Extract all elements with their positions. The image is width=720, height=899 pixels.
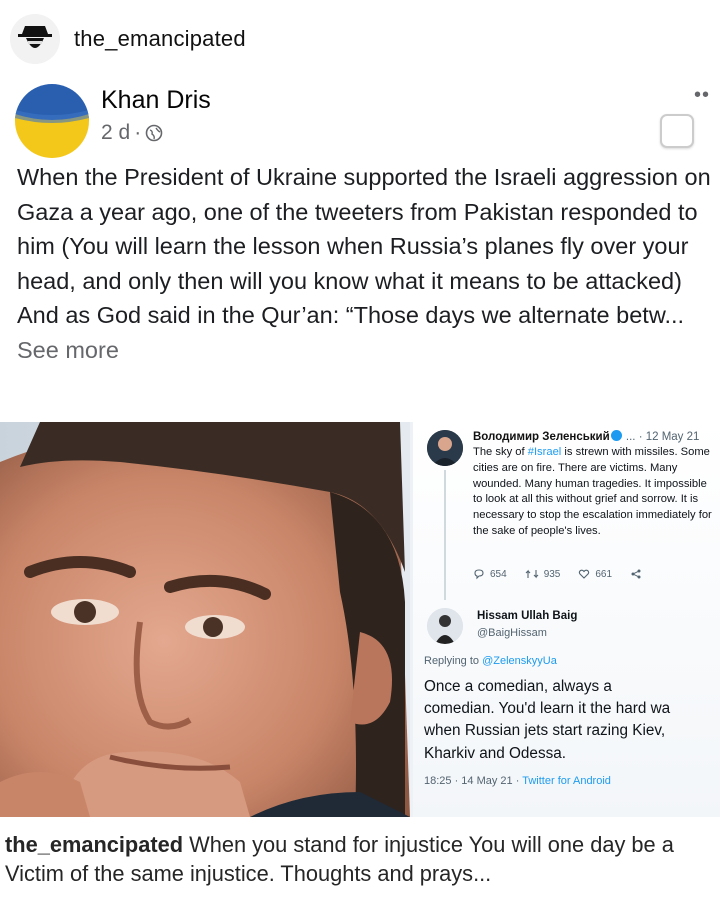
- meta-separator: ·: [134, 121, 142, 144]
- tweet-screenshot: Володимир Зеленський ... · 12 May 21 The…: [413, 422, 720, 817]
- profile-avatar[interactable]: [10, 14, 60, 64]
- like-action[interactable]: 661: [578, 568, 612, 580]
- reply-line-4: Kharkiv and Odessa.: [424, 744, 566, 762]
- verified-badge-icon: [610, 430, 622, 441]
- tweet-author-name[interactable]: Володимир Зеленський: [473, 431, 610, 443]
- heart-icon: [579, 569, 590, 579]
- reply-line-1: Once a comedian, always a: [424, 678, 612, 695]
- like-count: 661: [595, 568, 613, 580]
- replying-label: Replying to: [424, 655, 483, 667]
- reply-time-text[interactable]: 18:25 · 14 May 21 ·: [424, 775, 522, 787]
- retweet-count: 935: [543, 568, 561, 580]
- replying-to: Replying to @ZelenskyyUa: [424, 655, 557, 667]
- reply-client[interactable]: Twitter for Android: [522, 775, 611, 787]
- share-icon: [631, 569, 641, 579]
- post-paragraph-1: When the President of Ukraine supported …: [17, 164, 711, 294]
- instagram-header: the_emancipated: [0, 0, 720, 78]
- post-paragraph-2: And as God said in the Qur’an: “Those da…: [17, 298, 717, 367]
- tweet-header: Володимир Зеленський ... · 12 May 21: [473, 430, 699, 443]
- reply-line-2: comedian. You'd learn it the hard wa: [424, 700, 671, 718]
- tweet-text-end: is strewn with missiles. Some cities are…: [473, 446, 712, 537]
- globe-icon: [145, 124, 163, 142]
- reply-count: 654: [490, 568, 507, 580]
- tweet-date[interactable]: · 12 May 21: [639, 431, 700, 443]
- thread-line: [444, 470, 446, 600]
- post-caption: the_emancipated When you stand for injus…: [5, 830, 717, 888]
- more-dots-icon[interactable]: ••: [694, 84, 710, 107]
- post-meta: 2 d ·: [101, 121, 163, 145]
- facebook-post: Khan Dris 2 d · •• When the President of…: [0, 74, 720, 419]
- hissam-avatar-icon: [427, 608, 463, 644]
- reply-author-name[interactable]: Hissam Ullah Baig: [477, 610, 577, 622]
- replying-to-handle[interactable]: @ZelenskyyUa: [482, 655, 557, 667]
- hashtag-link[interactable]: #Israel: [528, 446, 562, 458]
- post-image: Володимир Зеленський ... · 12 May 21 The…: [0, 422, 720, 817]
- tweet-text: The sky of #Israel is strewn with missil…: [473, 445, 717, 540]
- tweet-handle-ellipsis: ...: [622, 431, 639, 443]
- ukraine-flag-icon: [15, 84, 89, 158]
- reply-author-avatar[interactable]: [427, 608, 463, 644]
- see-more-link[interactable]: See more: [17, 337, 119, 363]
- tweet-text-start: The sky of: [473, 446, 528, 458]
- author-avatar-ukraine-flag[interactable]: [15, 84, 89, 158]
- select-checkbox[interactable]: [660, 114, 694, 148]
- face-photo: [0, 422, 410, 817]
- tweet-author-avatar[interactable]: [427, 430, 463, 466]
- reply-author-handle[interactable]: @BaigHissam: [477, 627, 547, 639]
- post-time[interactable]: 2 d: [101, 121, 130, 145]
- post-author-name[interactable]: Khan Dris: [101, 86, 211, 115]
- reply-timestamp: 18:25 · 14 May 21 · Twitter for Android: [424, 775, 611, 787]
- tweet-actions: 654 935 661: [473, 568, 713, 580]
- reply-line-3: when Russian jets start razing Kiev,: [424, 722, 666, 740]
- share-action[interactable]: [630, 568, 642, 580]
- caption-username[interactable]: the_emancipated: [5, 832, 183, 857]
- header-username[interactable]: the_emancipated: [74, 26, 246, 52]
- post-body: When the President of Ukraine supported …: [17, 160, 717, 367]
- post-paragraph-2-text: And as God said in the Qur’an: “Those da…: [17, 302, 685, 328]
- hat-logo-icon: [10, 14, 60, 64]
- reply-icon: [474, 569, 484, 580]
- retweet-icon: [525, 569, 539, 579]
- reply-text: Once a comedian, always a comedian. You'…: [424, 676, 720, 765]
- reply-action[interactable]: 654: [473, 568, 507, 580]
- retweet-action[interactable]: 935: [525, 568, 561, 580]
- zelensky-avatar-icon: [427, 430, 463, 466]
